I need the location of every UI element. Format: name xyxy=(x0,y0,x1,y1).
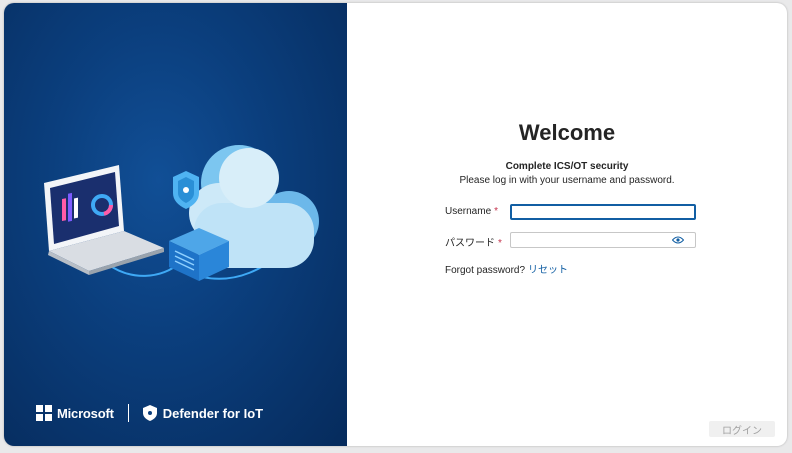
forgot-password: Forgot password? リセット xyxy=(445,261,568,276)
brand-microsoft-text: Microsoft xyxy=(57,405,114,421)
username-input[interactable] xyxy=(510,204,696,220)
required-mark: * xyxy=(498,238,502,249)
instructions: Please log in with your username and pas… xyxy=(459,175,675,186)
password-label-text: パスワード xyxy=(445,238,495,249)
login-button[interactable]: ログイン xyxy=(709,421,775,437)
brand-divider xyxy=(127,404,129,422)
password-label: パスワード * xyxy=(445,234,502,249)
subtitle: Complete ICS/OT security xyxy=(505,161,629,172)
page-title: Welcome xyxy=(518,120,616,145)
microsoft-logo-icon xyxy=(36,405,52,421)
laptop-icon xyxy=(44,165,164,275)
login-window: Microsoft Defender for IoT Welcome Compl… xyxy=(4,3,787,446)
reset-password-link[interactable]: リセット xyxy=(528,265,568,276)
show-password-icon[interactable] xyxy=(672,236,684,244)
defender-shield-icon xyxy=(142,405,157,421)
required-mark: * xyxy=(494,206,499,217)
username-label-text: Username xyxy=(445,206,492,217)
forgot-password-text: Forgot password? xyxy=(445,265,526,276)
login-form: Welcome Complete ICS/OT security Please … xyxy=(347,3,787,446)
password-input[interactable] xyxy=(510,232,696,248)
brand-product-text: Defender for IoT xyxy=(162,405,264,421)
username-label: Username * xyxy=(445,206,498,217)
brand-footer: Microsoft Defender for IoT xyxy=(36,401,263,425)
hero-panel: Microsoft Defender for IoT xyxy=(4,3,347,446)
cloud-laptop-illustration xyxy=(44,145,319,281)
